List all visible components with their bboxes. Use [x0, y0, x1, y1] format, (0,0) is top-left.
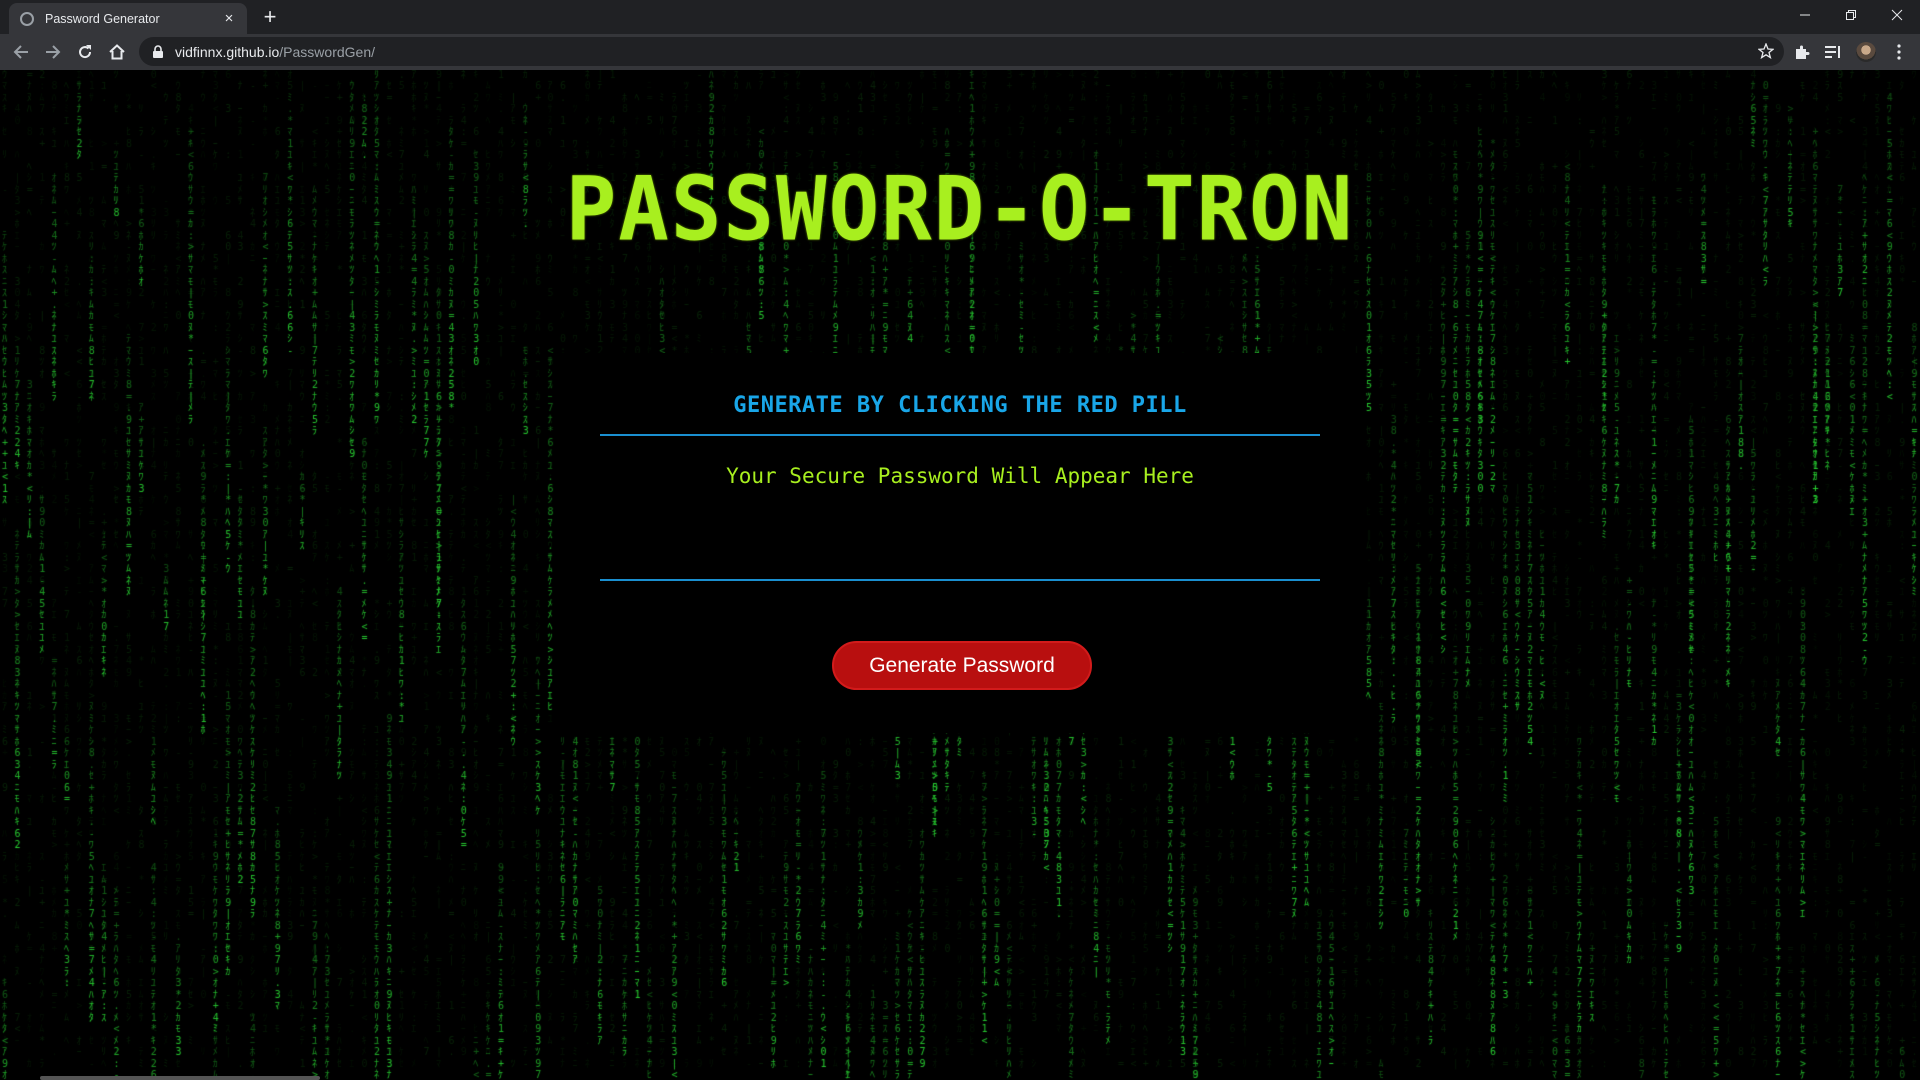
back-icon[interactable] — [8, 39, 34, 65]
tab-close-icon[interactable]: × — [219, 10, 239, 27]
new-tab-button[interactable]: + — [256, 5, 284, 31]
reading-list-icon[interactable] — [1822, 41, 1844, 63]
menu-icon[interactable] — [1888, 41, 1910, 63]
url-text[interactable]: vidfinnx.github.io/PasswordGen/ — [175, 44, 375, 60]
close-window-icon[interactable] — [1874, 0, 1920, 30]
divider-bottom — [600, 579, 1320, 581]
generate-password-button[interactable]: Generate Password — [832, 641, 1092, 690]
home-icon[interactable] — [104, 39, 130, 65]
address-bar[interactable]: vidfinnx.github.io/PasswordGen/ — [139, 37, 1784, 66]
reload-icon[interactable] — [72, 39, 98, 65]
page-title: PASSWORD-O-TRON — [565, 157, 1355, 261]
minimize-icon[interactable] — [1782, 0, 1828, 30]
tab-strip: Password Generator × + — [0, 0, 1920, 34]
forward-icon[interactable] — [40, 39, 66, 65]
browser-tab[interactable]: Password Generator × — [9, 3, 247, 34]
scrollbar[interactable] — [40, 1076, 320, 1080]
password-output[interactable]: Your Secure Password Will Appear Here — [560, 464, 1360, 488]
divider-top — [600, 434, 1320, 436]
tab-title: Password Generator — [45, 11, 160, 26]
avatar[interactable] — [1855, 41, 1877, 63]
star-icon[interactable] — [1757, 42, 1775, 60]
globe-icon — [20, 11, 34, 26]
lock-icon[interactable] — [151, 44, 165, 59]
browser-toolbar: vidfinnx.github.io/PasswordGen/ — [0, 34, 1920, 70]
page-viewport: PASSWORD-O-TRON GENERATE BY CLICKING THE… — [0, 70, 1920, 1080]
card-heading: GENERATE BY CLICKING THE RED PILL — [733, 393, 1187, 418]
extensions-icon[interactable] — [1791, 41, 1813, 63]
restore-icon[interactable] — [1828, 0, 1874, 30]
